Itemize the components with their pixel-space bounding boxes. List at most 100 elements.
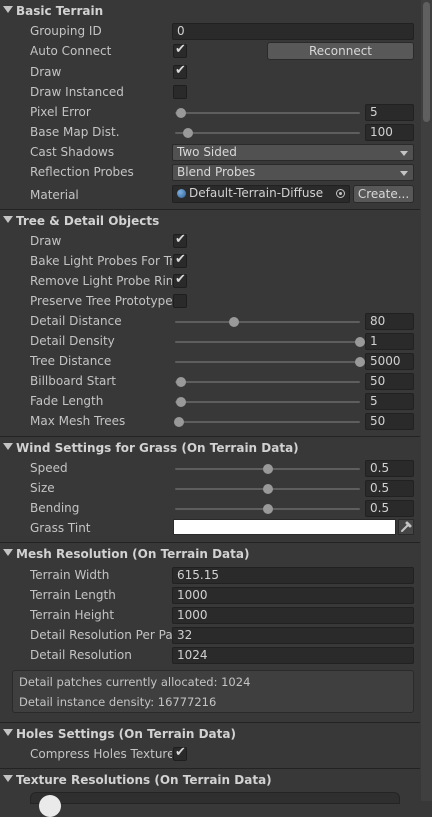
slider-thumb[interactable] (355, 337, 365, 347)
billboard-start-slider[interactable] (175, 377, 360, 387)
material-sphere-icon (177, 189, 186, 198)
foldout-arrow-icon[interactable] (3, 775, 13, 782)
cast-shadows-dropdown[interactable]: Two Sided (172, 144, 414, 161)
vertical-scrollbar[interactable] (421, 0, 432, 801)
wind-speed-field[interactable]: 0.5 (365, 460, 414, 477)
slider-thumb[interactable] (175, 377, 186, 387)
auto-connect-label: Auto Connect (30, 44, 112, 58)
section-divider (0, 542, 420, 543)
preserve-tree-prototype-label: Preserve Tree Prototype (30, 294, 172, 308)
reflection-probes-dropdown[interactable]: Blend Probes (172, 164, 414, 181)
create-material-button[interactable]: Create... (353, 185, 414, 203)
detail-distance-label: Detail Distance (30, 314, 122, 328)
slider-thumb[interactable] (262, 504, 273, 514)
foldout-arrow-icon[interactable] (3, 443, 13, 450)
slider-thumb[interactable] (229, 317, 240, 327)
detail-distance-field[interactable]: 80 (365, 313, 414, 330)
preserve-tree-prototype-checkbox[interactable] (173, 294, 187, 308)
bake-light-probes-checkbox[interactable]: ✔ (173, 252, 187, 268)
slider-thumb[interactable] (262, 484, 273, 494)
base-map-dist-field[interactable]: 100 (365, 124, 414, 141)
info-instance-density: Detail instance density: 16777216 (19, 695, 217, 709)
wind-bending-field[interactable]: 0.5 (365, 500, 414, 517)
caret-down-icon (400, 171, 408, 176)
slider-thumb[interactable] (175, 397, 186, 407)
tree-distance-slider[interactable] (175, 357, 365, 367)
fade-length-field[interactable]: 5 (365, 393, 414, 410)
tree-draw-checkbox[interactable]: ✔ (173, 232, 187, 248)
checkmark-icon: ✔ (175, 232, 186, 247)
tree-draw-label: Draw (30, 234, 62, 248)
terrain-length-label: Terrain Length (30, 588, 116, 602)
dropdown-value: Two Sided (177, 145, 237, 159)
pixel-error-slider[interactable] (175, 108, 360, 118)
dropdown-value: Blend Probes (177, 165, 256, 179)
foldout-arrow-icon[interactable] (3, 6, 13, 13)
pixel-error-field[interactable]: 5 (365, 104, 414, 121)
slider-thumb[interactable] (173, 417, 184, 427)
section-title: Basic Terrain (16, 4, 104, 18)
wind-size-field[interactable]: 0.5 (365, 480, 414, 497)
detail-distance-slider[interactable] (175, 317, 360, 327)
section-mesh-resolution[interactable]: Mesh Resolution (On Terrain Data) (0, 545, 420, 565)
circle-icon (39, 795, 61, 817)
detail-density-label: Detail Density (30, 334, 115, 348)
wind-bending-slider[interactable] (175, 504, 360, 514)
section-tree-detail[interactable]: Tree & Detail Objects (0, 212, 420, 232)
section-title: Holes Settings (On Terrain Data) (16, 727, 236, 741)
section-basic-terrain[interactable]: Basic Terrain (0, 2, 420, 22)
max-mesh-trees-slider[interactable] (173, 417, 360, 427)
compress-holes-checkbox[interactable]: ✔ (173, 745, 187, 761)
terrain-height-field[interactable]: 1000 (172, 607, 414, 624)
slider-thumb[interactable] (262, 464, 273, 474)
tree-distance-field[interactable]: 5000 (365, 353, 414, 370)
foldout-arrow-icon[interactable] (3, 216, 13, 223)
remove-light-probe-ring-checkbox[interactable]: ✔ (173, 272, 187, 288)
scrollbar-thumb[interactable] (423, 2, 430, 122)
terrain-width-field[interactable]: 615.15 (172, 567, 414, 584)
grouping-id-label: Grouping ID (30, 24, 102, 38)
wind-speed-slider[interactable] (175, 464, 360, 474)
pixel-error-label: Pixel Error (30, 105, 91, 119)
draw-checkbox[interactable]: ✔ (173, 63, 187, 79)
section-divider (0, 768, 420, 769)
wind-bending-label: Bending (30, 501, 80, 515)
remove-light-probe-ring-label: Remove Light Probe Ring (30, 274, 172, 288)
grass-tint-color-field[interactable] (173, 519, 396, 535)
section-divider (0, 722, 420, 723)
slider-thumb[interactable] (175, 108, 186, 118)
reflection-probes-label: Reflection Probes (30, 165, 134, 179)
grass-tint-label: Grass Tint (30, 521, 91, 535)
draw-label: Draw (30, 65, 62, 79)
base-map-dist-label: Base Map Dist. (30, 125, 120, 139)
section-holes-settings[interactable]: Holes Settings (On Terrain Data) (0, 725, 420, 745)
detail-density-field[interactable]: 1 (365, 333, 414, 350)
slider-thumb[interactable] (182, 128, 193, 138)
eyedropper-icon[interactable] (398, 519, 414, 535)
reconnect-button[interactable]: Reconnect (267, 42, 414, 60)
detail-res-per-patch-field[interactable]: 32 (172, 627, 414, 644)
max-mesh-trees-field[interactable]: 50 (365, 413, 414, 430)
auto-connect-checkbox[interactable]: ✔ (173, 42, 187, 58)
foldout-arrow-icon[interactable] (3, 729, 13, 736)
detail-density-slider[interactable] (175, 337, 365, 347)
terrain-length-field[interactable]: 1000 (172, 587, 414, 604)
target-icon[interactable] (336, 189, 345, 198)
draw-instanced-checkbox[interactable] (173, 85, 187, 99)
detail-resolution-field[interactable]: 1024 (172, 647, 414, 664)
wind-size-slider[interactable] (175, 484, 360, 494)
slider-thumb[interactable] (355, 357, 365, 367)
grouping-id-field[interactable]: 0 (172, 23, 414, 40)
material-value: Default-Terrain-Diffuse (189, 186, 324, 200)
max-mesh-trees-label: Max Mesh Trees (30, 414, 126, 428)
section-texture-resolutions[interactable]: Texture Resolutions (On Terrain Data) (0, 771, 420, 791)
section-wind-settings[interactable]: Wind Settings for Grass (On Terrain Data… (0, 439, 420, 459)
cast-shadows-label: Cast Shadows (30, 145, 115, 159)
foldout-arrow-icon[interactable] (3, 549, 13, 556)
material-object-field[interactable]: Default-Terrain-Diffuse (172, 185, 350, 203)
section-divider (0, 209, 420, 210)
fade-length-slider[interactable] (175, 397, 360, 407)
draw-instanced-label: Draw Instanced (30, 85, 124, 99)
billboard-start-field[interactable]: 50 (365, 373, 414, 390)
base-map-dist-slider[interactable] (175, 128, 360, 138)
